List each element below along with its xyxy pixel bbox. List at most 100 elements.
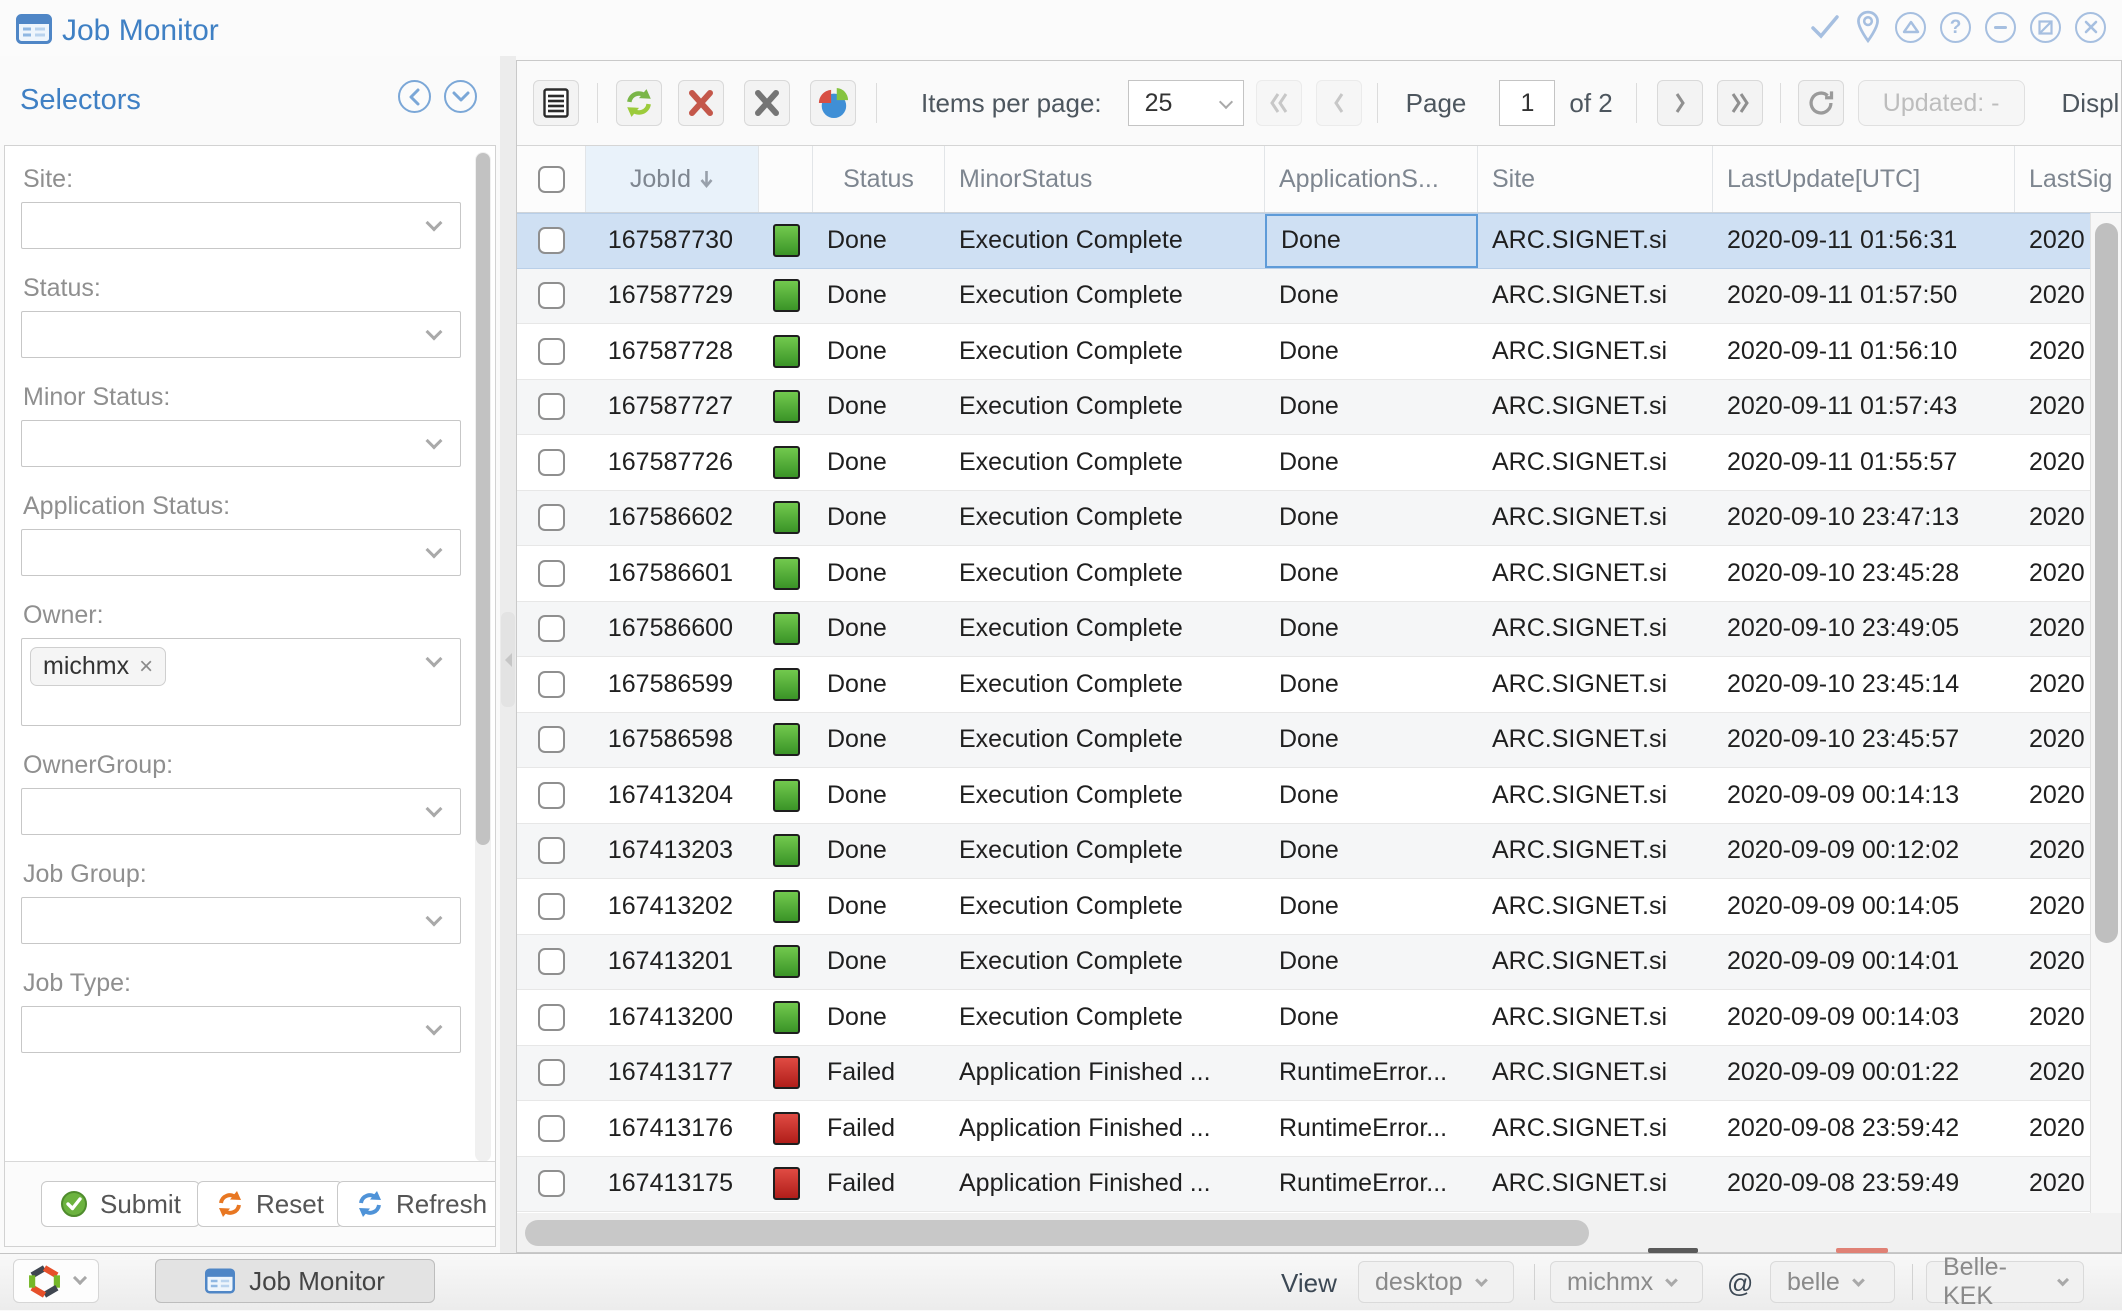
reset-button[interactable]: Reset [197, 1181, 343, 1227]
sidebar-scrollbar-thumb[interactable] [476, 153, 490, 845]
row-checkbox[interactable] [538, 1059, 565, 1086]
table-row[interactable]: 167413201DoneExecution CompleteDoneARC.S… [517, 935, 2121, 991]
table-row[interactable]: 167413175FailedApplication Finished ...R… [517, 1157, 2121, 1213]
last-page-button[interactable] [1717, 80, 1763, 126]
submit-button[interactable]: Submit [41, 1181, 200, 1227]
apply-check-icon[interactable] [1809, 13, 1841, 41]
sort-desc-arrow-icon [699, 169, 714, 189]
cell-last_update: 2020-09-09 00:14:13 [1713, 768, 2015, 823]
row-checkbox[interactable] [538, 449, 565, 476]
expand-sidebar-button[interactable] [444, 80, 477, 113]
column-header-status[interactable]: Status [813, 146, 945, 212]
kill-button[interactable] [678, 80, 724, 126]
checkbox-icon [538, 166, 565, 193]
updated-status-button[interactable]: Updated: - [1858, 80, 2025, 126]
table-row[interactable]: 167587730DoneExecution CompleteDoneARC.S… [517, 213, 2121, 269]
collapse-sidebar-button[interactable] [398, 80, 431, 113]
reschedule-button[interactable] [616, 80, 662, 126]
user-dropdown[interactable]: michmx [1550, 1261, 1703, 1303]
selector-field-select[interactable] [21, 311, 461, 358]
row-checkbox[interactable] [538, 227, 565, 254]
sidebar-scrollbar[interactable] [475, 152, 491, 1162]
row-checkbox[interactable] [538, 282, 565, 309]
selector-field-select[interactable]: michmx× [21, 638, 461, 726]
items-per-page-select[interactable]: 25 [1128, 80, 1244, 126]
row-checkbox[interactable] [538, 504, 565, 531]
select-all-checkbox[interactable] [517, 146, 586, 212]
table-row[interactable]: 167587727DoneExecution CompleteDoneARC.S… [517, 380, 2121, 436]
grid-vertical-scrollbar-thumb[interactable] [2095, 223, 2118, 943]
table-row[interactable]: 167586600DoneExecution CompleteDoneARC.S… [517, 602, 2121, 658]
status-square-cell [759, 879, 813, 934]
column-header-applicationstatus[interactable]: ApplicationS... [1265, 146, 1478, 212]
view-mode-dropdown[interactable]: desktop [1358, 1261, 1514, 1303]
table-row[interactable]: 167586602DoneExecution CompleteDoneARC.S… [517, 491, 2121, 547]
row-checkbox-cell [517, 1101, 586, 1156]
pin-icon[interactable] [1855, 10, 1881, 44]
next-page-button[interactable] [1657, 80, 1703, 126]
job-monitor-window-icon [16, 14, 52, 44]
row-checkbox[interactable] [538, 560, 565, 587]
table-row[interactable]: 167587728DoneExecution CompleteDoneARC.S… [517, 324, 2121, 380]
owner-tag[interactable]: michmx× [30, 647, 166, 686]
row-checkbox[interactable] [538, 837, 565, 864]
table-row[interactable]: 167413204DoneExecution CompleteDoneARC.S… [517, 768, 2121, 824]
splitter-collapse-handle[interactable] [501, 612, 515, 707]
page-number-input[interactable]: 1 [1499, 80, 1555, 126]
minimize-icon[interactable] [1985, 12, 2016, 43]
setup-dropdown[interactable]: Belle-KEK [1926, 1261, 2084, 1303]
menu-logo-button[interactable] [13, 1259, 99, 1303]
table-row[interactable]: 167587729DoneExecution CompleteDoneARC.S… [517, 269, 2121, 325]
row-checkbox[interactable] [538, 1115, 565, 1142]
row-checkbox[interactable] [538, 948, 565, 975]
group-dropdown[interactable]: belle [1770, 1261, 1895, 1303]
selector-field-select[interactable] [21, 202, 461, 249]
selector-field-select[interactable] [21, 420, 461, 467]
row-checkbox[interactable] [538, 393, 565, 420]
grid-horizontal-scrollbar-thumb[interactable] [525, 1220, 1589, 1246]
table-row[interactable]: 167413202DoneExecution CompleteDoneARC.S… [517, 879, 2121, 935]
grid-vertical-scrollbar[interactable] [2090, 213, 2121, 1213]
help-icon[interactable]: ? [1940, 12, 1971, 43]
table-row[interactable]: 167413176FailedApplication Finished ...R… [517, 1101, 2121, 1157]
row-checkbox[interactable] [538, 1170, 565, 1197]
delete-button[interactable] [744, 80, 790, 126]
column-header-lastsignoflife[interactable]: LastSig [2015, 146, 2121, 212]
column-header-lastupdate[interactable]: LastUpdate[UTC] [1713, 146, 2015, 212]
statistics-button[interactable] [810, 80, 856, 126]
column-header-jobid[interactable]: JobId [586, 146, 759, 212]
row-checkbox[interactable] [538, 726, 565, 753]
collapse-window-icon[interactable] [1895, 12, 1926, 43]
prev-page-button[interactable] [1316, 80, 1362, 126]
row-checkbox[interactable] [538, 671, 565, 698]
row-checkbox[interactable] [538, 893, 565, 920]
table-row[interactable]: 167413177FailedApplication Finished ...R… [517, 1046, 2121, 1102]
table-row[interactable]: 167586601DoneExecution CompleteDoneARC.S… [517, 546, 2121, 602]
table-row[interactable]: 167413203DoneExecution CompleteDoneARC.S… [517, 824, 2121, 880]
selector-field-select[interactable] [21, 897, 461, 944]
selector-field-select[interactable] [21, 788, 461, 835]
table-row[interactable]: 167586599DoneExecution CompleteDoneARC.S… [517, 657, 2121, 713]
column-header-minorstatus[interactable]: MinorStatus [945, 146, 1265, 212]
first-page-button[interactable] [1256, 80, 1302, 126]
tag-remove-icon[interactable]: × [139, 655, 153, 679]
panel-splitter[interactable] [500, 56, 516, 1253]
table-row[interactable]: 167586598DoneExecution CompleteDoneARC.S… [517, 713, 2121, 769]
maximize-icon[interactable] [2030, 12, 2061, 43]
row-checkbox[interactable] [538, 615, 565, 642]
table-row[interactable]: 167587726DoneExecution CompleteDoneARC.S… [517, 435, 2121, 491]
row-checkbox[interactable] [538, 1004, 565, 1031]
selector-field-select[interactable] [21, 1006, 461, 1053]
menu-button[interactable] [533, 80, 579, 126]
column-header-site[interactable]: Site [1478, 146, 1713, 212]
column-header-status-icon[interactable] [759, 146, 813, 212]
auto-refresh-button[interactable] [1798, 80, 1844, 126]
taskbar-job-monitor-button[interactable]: Job Monitor [155, 1259, 435, 1303]
refresh-button[interactable]: Refresh [337, 1181, 496, 1227]
close-icon[interactable] [2075, 12, 2106, 43]
table-row[interactable]: 167413200DoneExecution CompleteDoneARC.S… [517, 990, 2121, 1046]
row-checkbox[interactable] [538, 782, 565, 809]
row-checkbox[interactable] [538, 338, 565, 365]
selector-field-select[interactable] [21, 529, 461, 576]
grid-horizontal-scrollbar[interactable] [517, 1213, 2121, 1252]
